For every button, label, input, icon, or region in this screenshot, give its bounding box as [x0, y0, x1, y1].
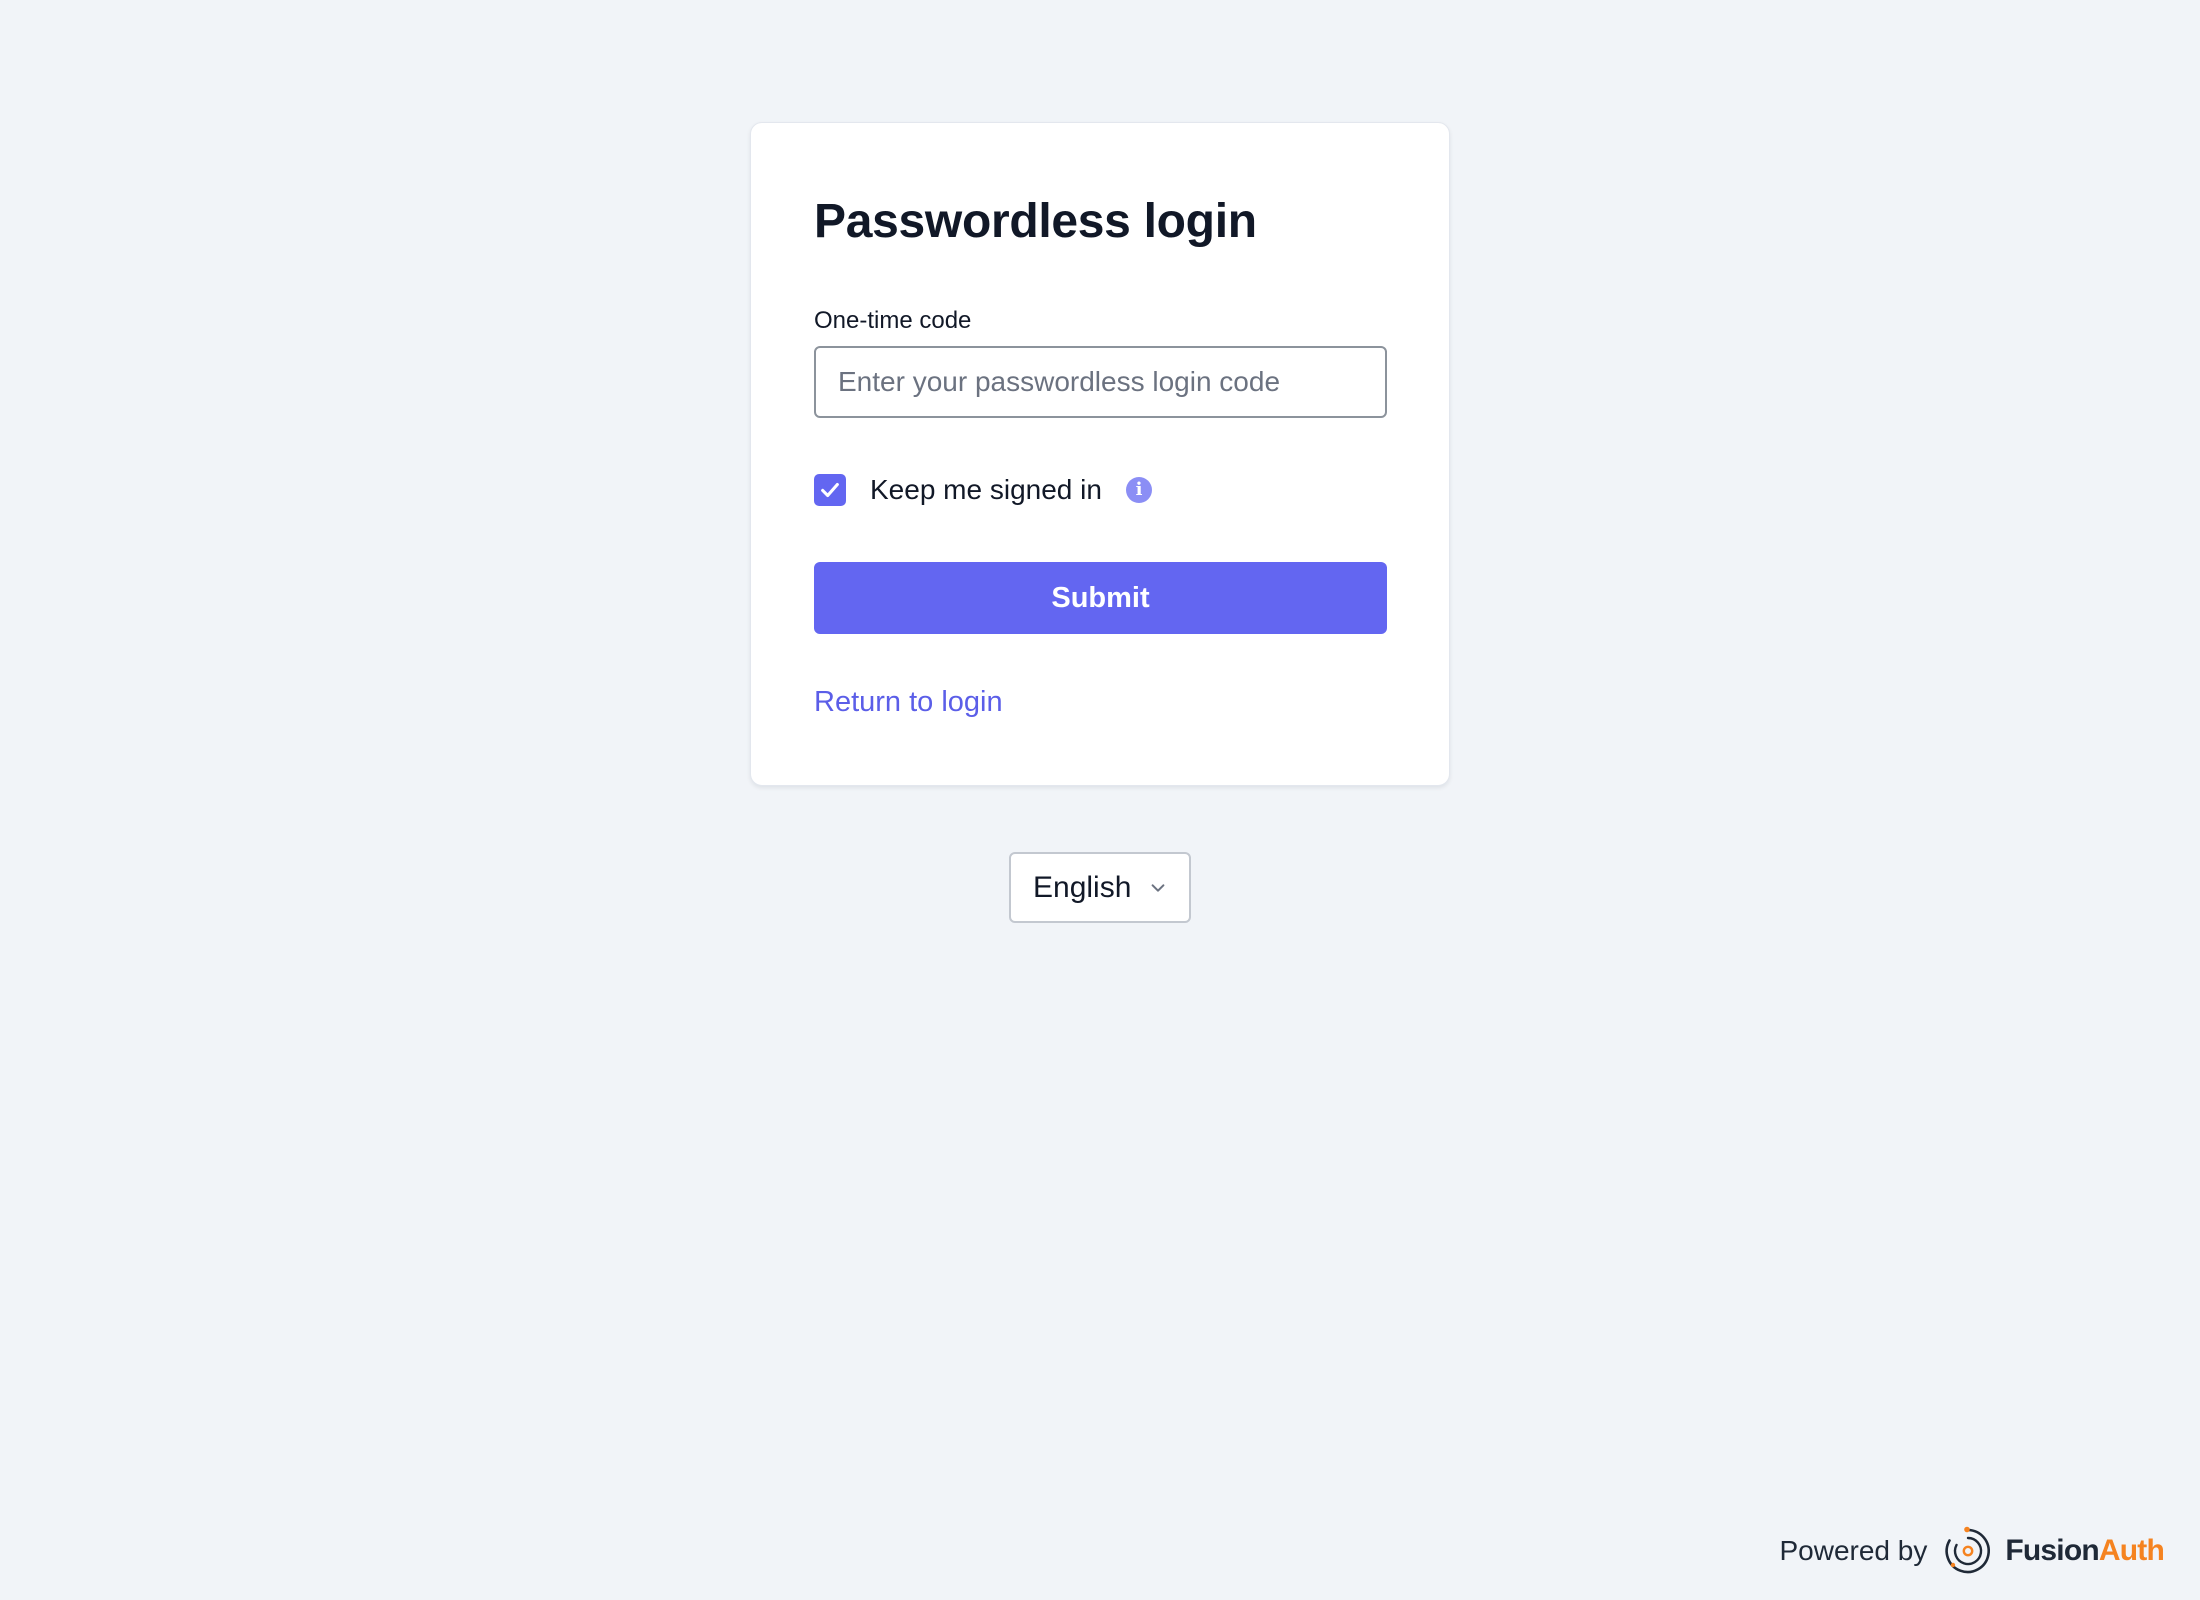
page-title: Passwordless login	[814, 195, 1257, 248]
one-time-code-label: One-time code	[814, 307, 972, 334]
chevron-down-icon	[1151, 883, 1165, 892]
fusionauth-logo-text: FusionAuth	[2005, 1534, 2164, 1567]
checkmark-icon	[821, 482, 839, 498]
keep-signed-in-label[interactable]: Keep me signed in	[870, 473, 1102, 507]
one-time-code-input[interactable]	[814, 346, 1387, 418]
keep-signed-in-checkbox[interactable]	[814, 474, 846, 506]
powered-by-footer: Powered by FusionAuth	[1779, 1524, 2165, 1578]
return-to-login-link[interactable]: Return to login	[814, 685, 1003, 720]
language-select[interactable]: English	[1009, 852, 1191, 923]
info-icon[interactable]: i	[1126, 477, 1152, 503]
login-card: Passwordless login One-time code Keep me…	[750, 122, 1450, 786]
powered-by-text: Powered by	[1779, 1535, 1928, 1566]
submit-button[interactable]: Submit	[814, 562, 1387, 634]
language-select-value: English	[1033, 870, 1132, 904]
fusionauth-logo-icon	[1945, 1526, 1991, 1574]
